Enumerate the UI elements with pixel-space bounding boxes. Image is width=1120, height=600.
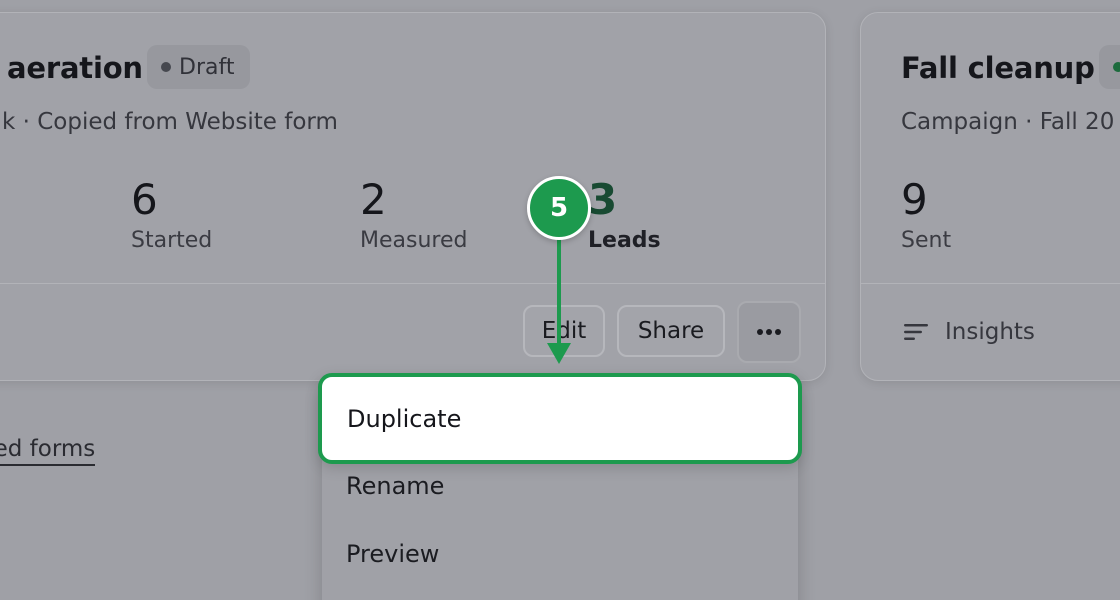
form-card-aeration: aeration Draft ink · Copied from Website… xyxy=(0,12,826,381)
insights-link[interactable]: Insights xyxy=(903,319,1035,345)
stat-value: 9 xyxy=(901,175,928,224)
card-divider xyxy=(0,283,825,284)
form-card-fall-cleanup: Fall cleanup Campaign · Fall 20 9 Sent I… xyxy=(860,12,1120,381)
stat-measured: 2 Measured xyxy=(360,175,467,253)
menu-item-duplicate[interactable]: Duplicate xyxy=(318,373,802,464)
stat-started: 6 Started xyxy=(131,175,212,253)
form-title[interactable]: aeration xyxy=(7,51,143,85)
stat-value: 3 xyxy=(588,175,618,224)
status-badge-label: Draft xyxy=(179,54,235,80)
stat-sent: 9 Sent xyxy=(901,175,951,253)
stat-value: 6 xyxy=(131,175,158,224)
stat-leads: 3 Leads xyxy=(588,175,661,253)
form-subtitle: Campaign · Fall 20 xyxy=(901,109,1115,135)
stat-label: Sent xyxy=(901,228,952,253)
form-title[interactable]: Fall cleanup xyxy=(901,51,1095,85)
insights-icon xyxy=(904,324,928,340)
status-dot-icon xyxy=(1113,62,1120,72)
edit-button[interactable]: Edit xyxy=(523,305,605,357)
menu-item-preview[interactable]: Preview xyxy=(346,540,439,568)
saved-forms-link[interactable]: ved forms xyxy=(0,436,96,466)
menu-item-duplicate-label: Duplicate xyxy=(347,404,462,433)
menu-item-rename[interactable]: Rename xyxy=(346,472,444,500)
status-dot-icon xyxy=(161,62,171,72)
more-options-button[interactable] xyxy=(737,301,801,363)
share-button[interactable]: Share xyxy=(617,305,725,357)
stat-value: 2 xyxy=(360,175,387,224)
insights-label: Insights xyxy=(945,319,1035,345)
card-divider xyxy=(861,283,1120,284)
stat-label: Started xyxy=(131,228,213,253)
step-marker: 5 xyxy=(527,176,591,240)
more-horizontal-icon xyxy=(757,329,781,335)
screen: aeration Draft ink · Copied from Website… xyxy=(0,0,1120,600)
stat-label: Measured xyxy=(360,228,468,253)
status-badge: Draft xyxy=(147,45,251,89)
form-subtitle: ink · Copied from Website form xyxy=(0,109,338,135)
stat-label: Leads xyxy=(588,228,661,253)
status-badge xyxy=(1099,45,1120,89)
